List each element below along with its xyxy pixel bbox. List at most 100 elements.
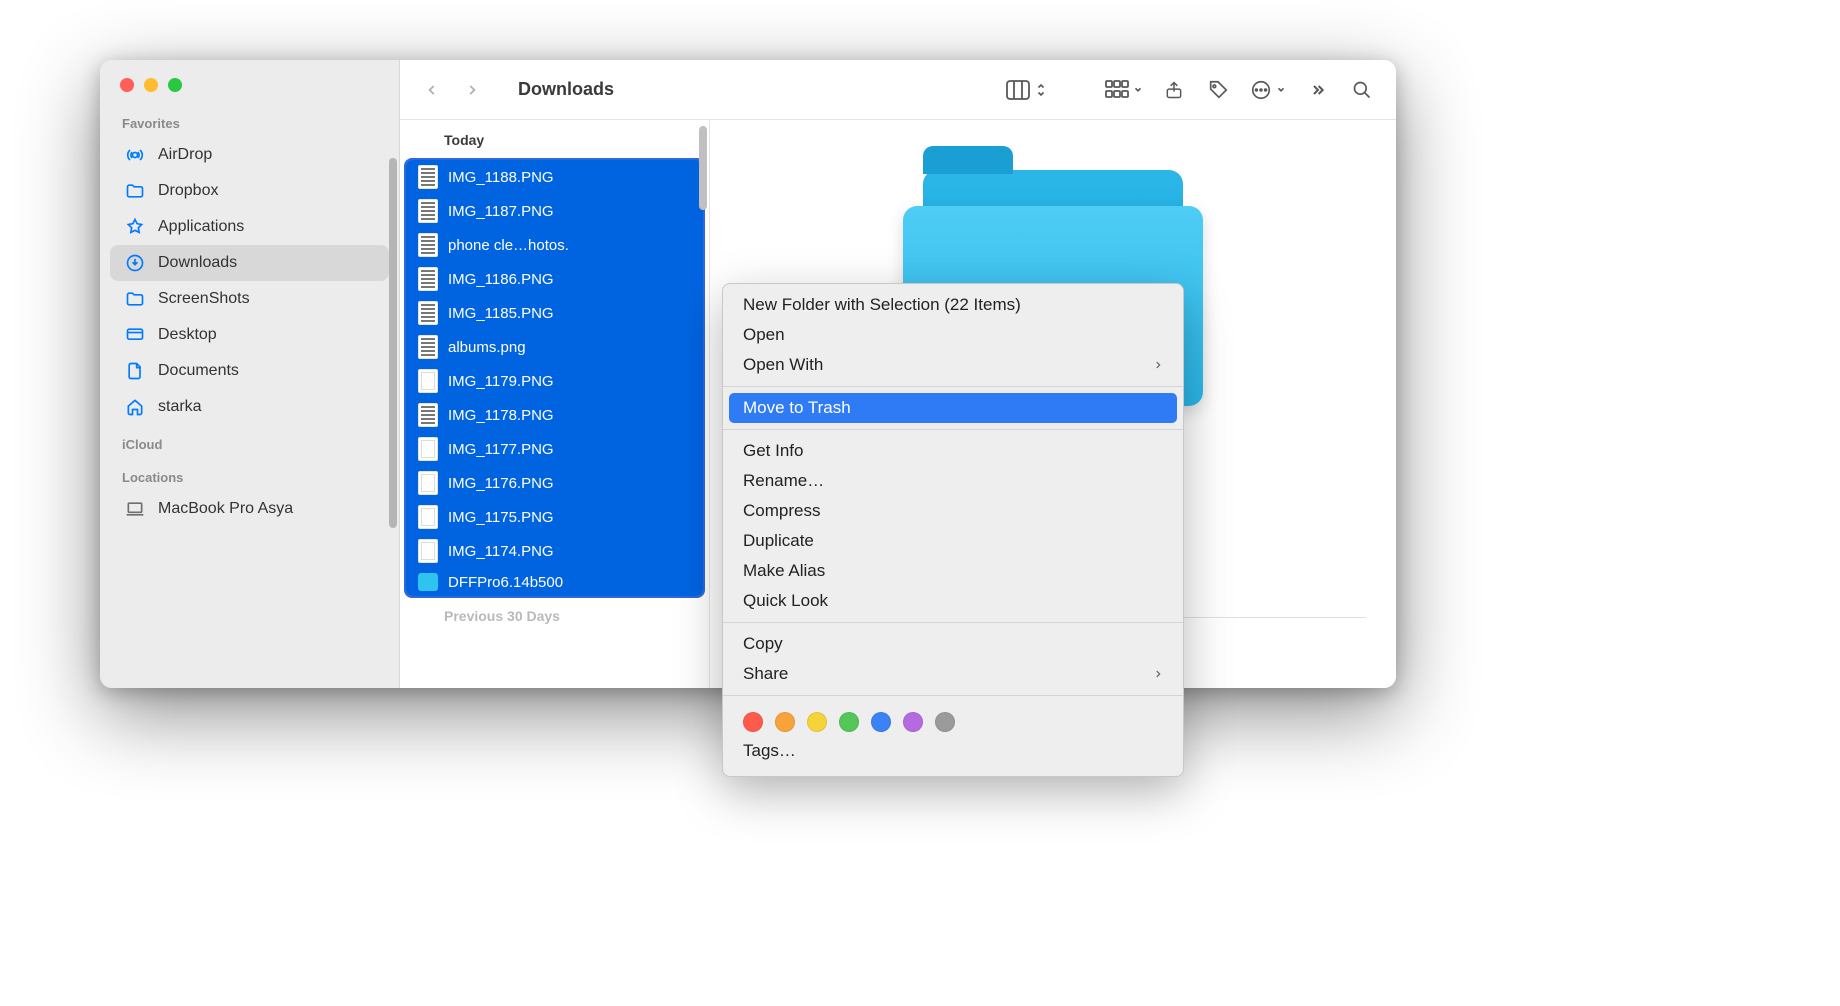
menu-item-label: New Folder with Selection (22 Items)	[743, 295, 1021, 315]
menu-item[interactable]: Open	[723, 320, 1183, 350]
sidebar-item-label: Documents	[158, 362, 239, 380]
menu-item[interactable]: Share	[723, 659, 1183, 689]
sidebar-item-label: Applications	[158, 218, 244, 236]
view-columns-button[interactable]	[1004, 70, 1048, 110]
menu-item-label: Make Alias	[743, 561, 825, 581]
file-row[interactable]: IMG_1188.PNG	[406, 160, 703, 194]
menu-item-label: Duplicate	[743, 531, 814, 551]
group-button[interactable]	[1102, 70, 1146, 110]
menu-item-label: Share	[743, 664, 788, 684]
search-button[interactable]	[1346, 70, 1378, 110]
file-list: IMG_1188.PNG IMG_1187.PNGphone cle…hotos.…	[404, 158, 705, 598]
tag-color-dot[interactable]	[871, 712, 891, 732]
file-row[interactable]: IMG_1178.PNG	[406, 398, 703, 432]
tag-color-dot[interactable]	[775, 712, 795, 732]
fullscreen-window-button[interactable]	[168, 78, 182, 92]
tag-color-dot[interactable]	[935, 712, 955, 732]
menu-item[interactable]: Copy	[723, 629, 1183, 659]
tag-color-dot[interactable]	[839, 712, 859, 732]
file-row[interactable]: IMG_1187.PNG	[406, 194, 703, 228]
tag-color-dot[interactable]	[807, 712, 827, 732]
menu-item[interactable]: Get Info	[723, 436, 1183, 466]
menu-item-label: Move to Trash	[743, 398, 851, 418]
image-thumbnail-icon	[418, 267, 438, 291]
sidebar-scrollbar[interactable]	[389, 158, 397, 528]
folder-icon	[124, 288, 146, 310]
file-row[interactable]: phone cle…hotos.	[406, 228, 703, 262]
file-row[interactable]: IMG_1179.PNG	[406, 364, 703, 398]
file-name: DFFPro6.14b500	[448, 574, 563, 591]
sidebar-item-label: AirDrop	[158, 146, 212, 164]
sidebar-item-macbook[interactable]: MacBook Pro Asya	[110, 491, 389, 527]
share-button[interactable]	[1158, 70, 1190, 110]
forward-button[interactable]	[458, 70, 486, 110]
file-row[interactable]: IMG_1177.PNG	[406, 432, 703, 466]
menu-item[interactable]: Move to Trash	[729, 393, 1177, 423]
chevron-right-icon	[1153, 358, 1163, 372]
file-name: IMG_1187.PNG	[448, 203, 554, 220]
image-thumbnail-icon	[418, 335, 438, 359]
toolbar: Downloads	[400, 60, 1396, 120]
sidebar-section-icloud: iCloud	[100, 425, 399, 458]
menu-item-label: Tags…	[743, 741, 796, 761]
sidebar-item-dropbox[interactable]: Dropbox	[110, 173, 389, 209]
file-row[interactable]: IMG_1175.PNG	[406, 500, 703, 534]
folder-icon	[124, 180, 146, 202]
menu-item[interactable]: New Folder with Selection (22 Items)	[723, 290, 1183, 320]
image-thumbnail-icon	[418, 165, 438, 189]
overflow-button[interactable]	[1302, 70, 1334, 110]
file-name: IMG_1176.PNG	[448, 475, 554, 492]
image-thumbnail-icon	[418, 301, 438, 325]
menu-item[interactable]: Make Alias	[723, 556, 1183, 586]
file-row[interactable]: albums.png	[406, 330, 703, 364]
menu-item-label: Copy	[743, 634, 783, 654]
list-section-previous: Previous 30 Days	[400, 598, 709, 630]
file-row[interactable]: IMG_1186.PNG	[406, 262, 703, 296]
image-thumbnail-icon	[418, 403, 438, 427]
menu-item[interactable]: Quick Look	[723, 586, 1183, 616]
tag-color-dot[interactable]	[743, 712, 763, 732]
chevron-right-icon	[1153, 667, 1163, 681]
sidebar-item-label: ScreenShots	[158, 290, 250, 308]
file-column: Today IMG_1188.PNG IMG_1187.PNGphone cle……	[400, 120, 710, 688]
image-thumbnail-icon	[418, 437, 438, 461]
image-thumbnail-icon	[418, 505, 438, 529]
minimize-window-button[interactable]	[144, 78, 158, 92]
document-icon	[124, 360, 146, 382]
image-thumbnail-icon	[418, 233, 438, 257]
download-icon	[124, 252, 146, 274]
sidebar: Favorites AirDrop Dropbox Applications D…	[100, 60, 400, 688]
more-button[interactable]	[1246, 70, 1290, 110]
menu-item-tags[interactable]: Tags…	[723, 736, 1183, 766]
column-scrollbar[interactable]	[699, 126, 707, 210]
tag-color-row	[723, 702, 1183, 736]
back-button[interactable]	[418, 70, 446, 110]
menu-item[interactable]: Open With	[723, 350, 1183, 380]
menu-item-label: Compress	[743, 501, 820, 521]
menu-item[interactable]: Rename…	[723, 466, 1183, 496]
menu-item[interactable]: Duplicate	[723, 526, 1183, 556]
sidebar-item-documents[interactable]: Documents	[110, 353, 389, 389]
file-row[interactable]: IMG_1174.PNG	[406, 534, 703, 568]
tag-color-dot[interactable]	[903, 712, 923, 732]
menu-item-label: Quick Look	[743, 591, 828, 611]
list-section-today: Today	[400, 126, 709, 158]
sidebar-item-screenshots[interactable]: ScreenShots	[110, 281, 389, 317]
sidebar-section-locations: Locations	[100, 458, 399, 491]
sidebar-item-downloads[interactable]: Downloads	[110, 245, 389, 281]
menu-item-label: Rename…	[743, 471, 824, 491]
menu-item[interactable]: Compress	[723, 496, 1183, 526]
file-name: phone cle…hotos.	[448, 237, 569, 254]
sidebar-item-airdrop[interactable]: AirDrop	[110, 137, 389, 173]
file-name: IMG_1174.PNG	[448, 543, 554, 560]
file-row[interactable]: IMG_1185.PNG	[406, 296, 703, 330]
sidebar-section-favorites: Favorites	[100, 104, 399, 137]
menu-separator	[723, 695, 1183, 696]
sidebar-item-applications[interactable]: Applications	[110, 209, 389, 245]
tags-button[interactable]	[1202, 70, 1234, 110]
file-row[interactable]: DFFPro6.14b500	[406, 568, 703, 596]
file-row[interactable]: IMG_1176.PNG	[406, 466, 703, 500]
close-window-button[interactable]	[120, 78, 134, 92]
sidebar-item-desktop[interactable]: Desktop	[110, 317, 389, 353]
sidebar-item-home[interactable]: starka	[110, 389, 389, 425]
